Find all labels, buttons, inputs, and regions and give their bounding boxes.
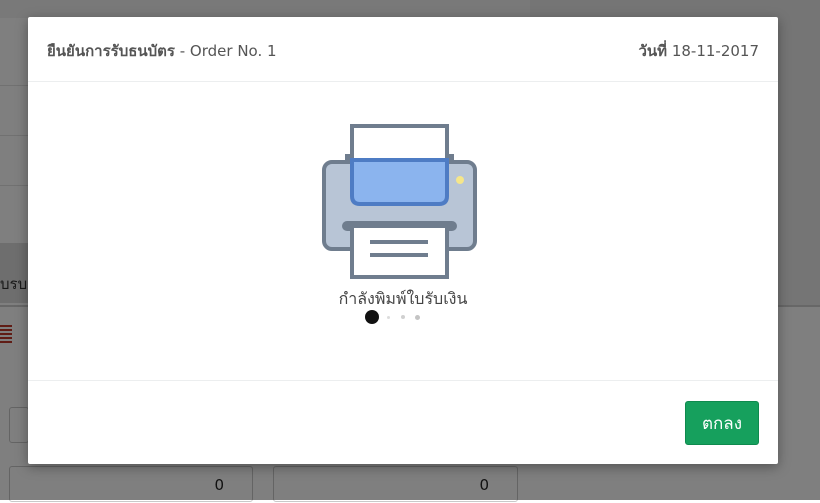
modal-title: ยืนยันการรับธนบัตร - Order No. 1 bbox=[47, 39, 277, 63]
loading-dot bbox=[387, 316, 390, 319]
ok-button[interactable]: ตกลง bbox=[685, 401, 759, 445]
modal-title-order: - Order No. 1 bbox=[174, 42, 277, 60]
modal-header: ยืนยันการรับธนบัตร - Order No. 1 วันที่ … bbox=[28, 17, 778, 82]
modal-date: วันที่ 18-11-2017 bbox=[638, 39, 759, 63]
loading-dot bbox=[365, 310, 379, 324]
date-value: 18-11-2017 bbox=[667, 42, 759, 60]
modal-body: กำลังพิมพ์ใบรับเงิน bbox=[28, 82, 778, 380]
modal-title-strong: ยืนยันการรับธนบัตร bbox=[47, 42, 175, 60]
print-receipt-modal: ยืนยันการรับธนบัตร - Order No. 1 วันที่ … bbox=[28, 17, 778, 464]
modal-footer: ตกลง bbox=[28, 380, 778, 464]
loading-dot bbox=[415, 315, 420, 320]
date-label: วันที่ bbox=[638, 42, 668, 60]
printing-status-text: กำลังพิมพ์ใบรับเงิน bbox=[338, 289, 468, 308]
printer-icon bbox=[322, 124, 477, 279]
loading-dot bbox=[401, 315, 405, 319]
loading-dots-indicator bbox=[365, 310, 445, 326]
